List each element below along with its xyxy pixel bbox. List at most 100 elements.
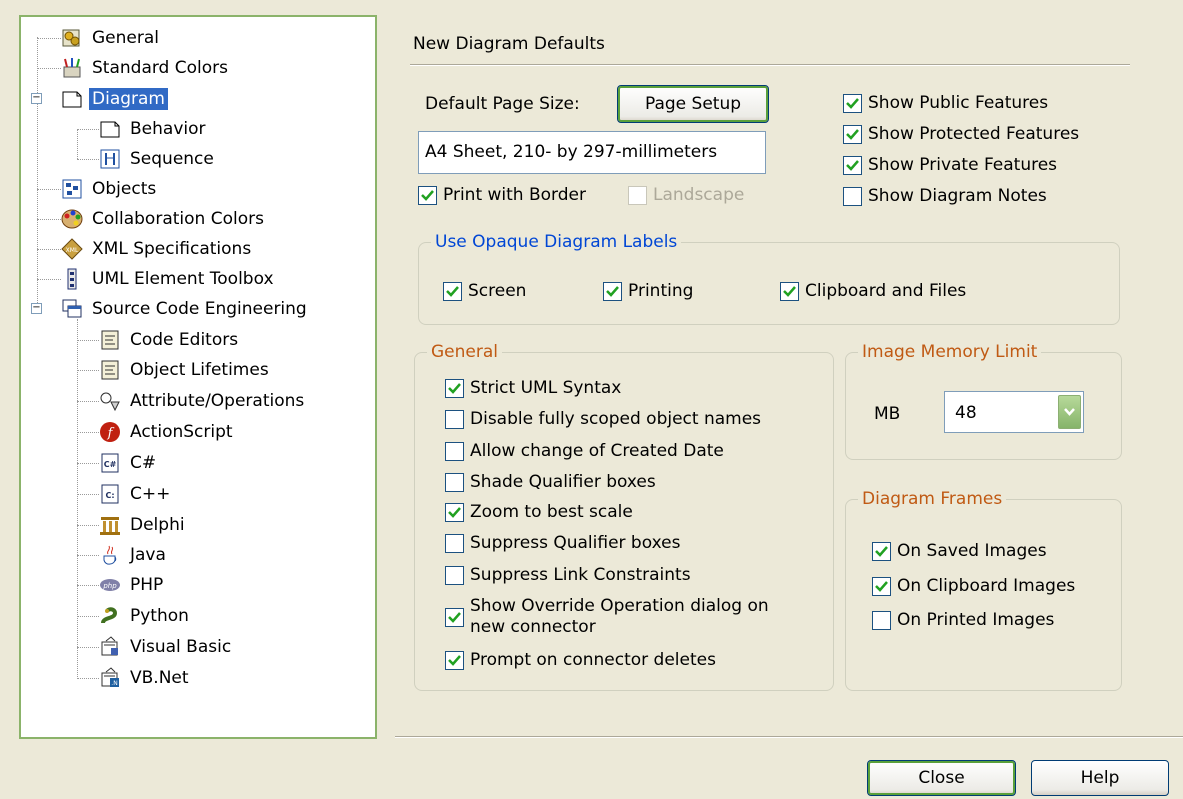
checkbox-label: Show Diagram Notes bbox=[868, 186, 1047, 206]
page-setup-button[interactable]: Page Setup bbox=[617, 85, 769, 123]
tree-line bbox=[77, 340, 99, 341]
tree-item-label: Standard Colors bbox=[92, 58, 228, 78]
page-size-field[interactable]: A4 Sheet, 210- by 297-millimeters bbox=[418, 131, 766, 174]
tree-item-uml-element-toolbox[interactable]: UML Element Toolbox bbox=[61, 265, 277, 293]
tree-item-collaboration-colors[interactable]: Collaboration Colors bbox=[61, 205, 267, 233]
suppress-link-constraints-checkbox[interactable]: Suppress Link Constraints bbox=[445, 565, 691, 585]
tree-item-label: Behavior bbox=[130, 119, 206, 139]
tree-item-standard-colors[interactable]: Standard Colors bbox=[61, 54, 231, 82]
svg-text:.N: .N bbox=[111, 680, 117, 687]
tree-item-source-code-engineering[interactable]: Source Code Engineering bbox=[61, 295, 310, 323]
suppress-qualifier-boxes-checkbox[interactable]: Suppress Qualifier boxes bbox=[445, 533, 680, 553]
landscape-checkbox[interactable]: Landscape bbox=[628, 185, 744, 205]
checkbox-box bbox=[872, 610, 891, 630]
checkbox-box bbox=[445, 409, 464, 429]
tree-line bbox=[77, 647, 99, 648]
tree-line bbox=[37, 279, 61, 280]
opaque-labels-group: Use Opaque Diagram Labels Screen Printin… bbox=[418, 232, 1120, 325]
on-saved-images-checkbox[interactable]: On Saved Images bbox=[872, 541, 1047, 561]
collapse-source-code-toggle[interactable]: − bbox=[31, 303, 42, 314]
tree-item-actionscript[interactable]: f ActionScript bbox=[99, 418, 236, 446]
checkbox-box bbox=[445, 502, 464, 522]
tree-item-delphi[interactable]: Delphi bbox=[99, 511, 188, 539]
zoom-to-best-scale-checkbox[interactable]: Zoom to best scale bbox=[445, 502, 633, 522]
tree-item-label: Collaboration Colors bbox=[92, 209, 264, 229]
show-public-features-checkbox[interactable]: Show Public Features bbox=[843, 93, 1048, 113]
shade-qualifier-boxes-checkbox[interactable]: Shade Qualifier boxes bbox=[445, 472, 656, 492]
options-tree[interactable]: − − General Standard Colors Diagram Beha… bbox=[19, 15, 377, 739]
tree-item-objects[interactable]: Objects bbox=[61, 175, 159, 203]
tree-item-object-lifetimes[interactable]: Object Lifetimes bbox=[99, 356, 272, 384]
tree-item-label: Visual Basic bbox=[130, 637, 232, 657]
tree-item-attribute-operations[interactable]: Attribute/Operations bbox=[99, 387, 307, 415]
page-setup-label: Page Setup bbox=[644, 94, 742, 114]
prompt-connector-deletes-checkbox[interactable]: Prompt on connector deletes bbox=[445, 650, 716, 670]
windows-icon bbox=[62, 299, 82, 318]
tree-item-python[interactable]: Python bbox=[99, 602, 192, 630]
tree-line bbox=[77, 319, 78, 679]
allow-created-date-checkbox[interactable]: Allow change of Created Date bbox=[445, 441, 724, 461]
screen-checkbox[interactable]: Screen bbox=[443, 281, 526, 301]
tree-item-diagram[interactable]: Diagram bbox=[61, 85, 168, 113]
tree-item-label: Source Code Engineering bbox=[92, 299, 307, 319]
tree-item-php[interactable]: php PHP bbox=[99, 571, 166, 599]
tree-item-java[interactable]: Java bbox=[99, 541, 169, 569]
tree-item-visual-basic[interactable]: Visual Basic bbox=[99, 633, 234, 661]
tree-item-xml-specifications[interactable]: XML XML Specifications bbox=[61, 235, 254, 263]
printing-checkbox[interactable]: Printing bbox=[603, 281, 693, 301]
on-clipboard-images-checkbox[interactable]: On Clipboard Images bbox=[872, 576, 1075, 596]
tree-item-label: C# bbox=[130, 453, 157, 473]
tree-item-label: ActionScript bbox=[130, 422, 233, 442]
checkbox-label: Show Override Operation dialog on bbox=[470, 596, 769, 616]
toolbox-icon bbox=[67, 268, 77, 290]
group-title: Diagram Frames bbox=[858, 489, 1007, 509]
tree-item-general[interactable]: General bbox=[61, 24, 162, 52]
palette-icon bbox=[61, 209, 83, 229]
checkbox-box bbox=[445, 472, 464, 492]
image-memory-group: Image Memory Limit MB 48 bbox=[845, 342, 1122, 460]
title-divider bbox=[410, 64, 1130, 66]
dropdown-arrow-button[interactable] bbox=[1058, 395, 1081, 429]
tree-item-cpp[interactable]: C: C++ bbox=[99, 480, 173, 508]
collapse-diagram-toggle[interactable]: − bbox=[31, 93, 42, 104]
checkbox-box bbox=[445, 533, 464, 553]
disable-scoped-names-checkbox[interactable]: Disable fully scoped object names bbox=[445, 409, 761, 429]
tree-line bbox=[77, 678, 99, 679]
tree-item-vbnet[interactable]: .N VB.Net bbox=[99, 664, 192, 692]
close-button[interactable]: Close bbox=[867, 760, 1016, 796]
tree-item-code-editors[interactable]: Code Editors bbox=[99, 326, 241, 354]
on-printed-images-checkbox[interactable]: On Printed Images bbox=[872, 610, 1054, 630]
checkbox-box bbox=[843, 93, 862, 113]
code-document-icon bbox=[101, 360, 119, 380]
memory-limit-select[interactable]: 48 bbox=[944, 391, 1084, 433]
tree-item-label: Python bbox=[130, 606, 189, 626]
checkbox-box bbox=[445, 441, 464, 461]
visual-basic-icon bbox=[101, 636, 118, 656]
show-diagram-notes-checkbox[interactable]: Show Diagram Notes bbox=[843, 186, 1047, 206]
default-page-size-label: Default Page Size: bbox=[425, 94, 580, 114]
clipboard-and-files-checkbox[interactable]: Clipboard and Files bbox=[780, 281, 966, 301]
checkbox-label: Suppress Link Constraints bbox=[470, 565, 691, 585]
tree-item-sequence[interactable]: Sequence bbox=[99, 145, 217, 173]
csharp-icon: C# bbox=[101, 453, 119, 473]
tree-line bbox=[37, 189, 61, 190]
tree-item-behavior[interactable]: Behavior bbox=[99, 115, 209, 143]
show-private-features-checkbox[interactable]: Show Private Features bbox=[843, 155, 1057, 175]
tree-line bbox=[37, 219, 61, 220]
checkbox-label: Suppress Qualifier boxes bbox=[470, 533, 681, 553]
show-override-dialog-checkbox[interactable]: Show Override Operation dialog on new co… bbox=[445, 596, 769, 638]
tree-item-csharp[interactable]: C# C# bbox=[99, 449, 159, 477]
code-document-icon bbox=[101, 330, 119, 350]
checkbox-box bbox=[445, 565, 464, 585]
checkbox-label: Show Public Features bbox=[868, 93, 1049, 113]
shapes-icon bbox=[100, 392, 120, 412]
show-protected-features-checkbox[interactable]: Show Protected Features bbox=[843, 124, 1079, 144]
help-button[interactable]: Help bbox=[1031, 760, 1169, 796]
checkbox-box bbox=[443, 281, 462, 301]
svg-text:C#: C# bbox=[104, 460, 117, 469]
checkbox-box bbox=[445, 650, 464, 670]
checkbox-box bbox=[780, 281, 799, 301]
print-with-border-checkbox[interactable]: Print with Border bbox=[418, 185, 586, 205]
tree-item-label: Object Lifetimes bbox=[130, 360, 269, 380]
strict-uml-syntax-checkbox[interactable]: Strict UML Syntax bbox=[445, 378, 621, 398]
